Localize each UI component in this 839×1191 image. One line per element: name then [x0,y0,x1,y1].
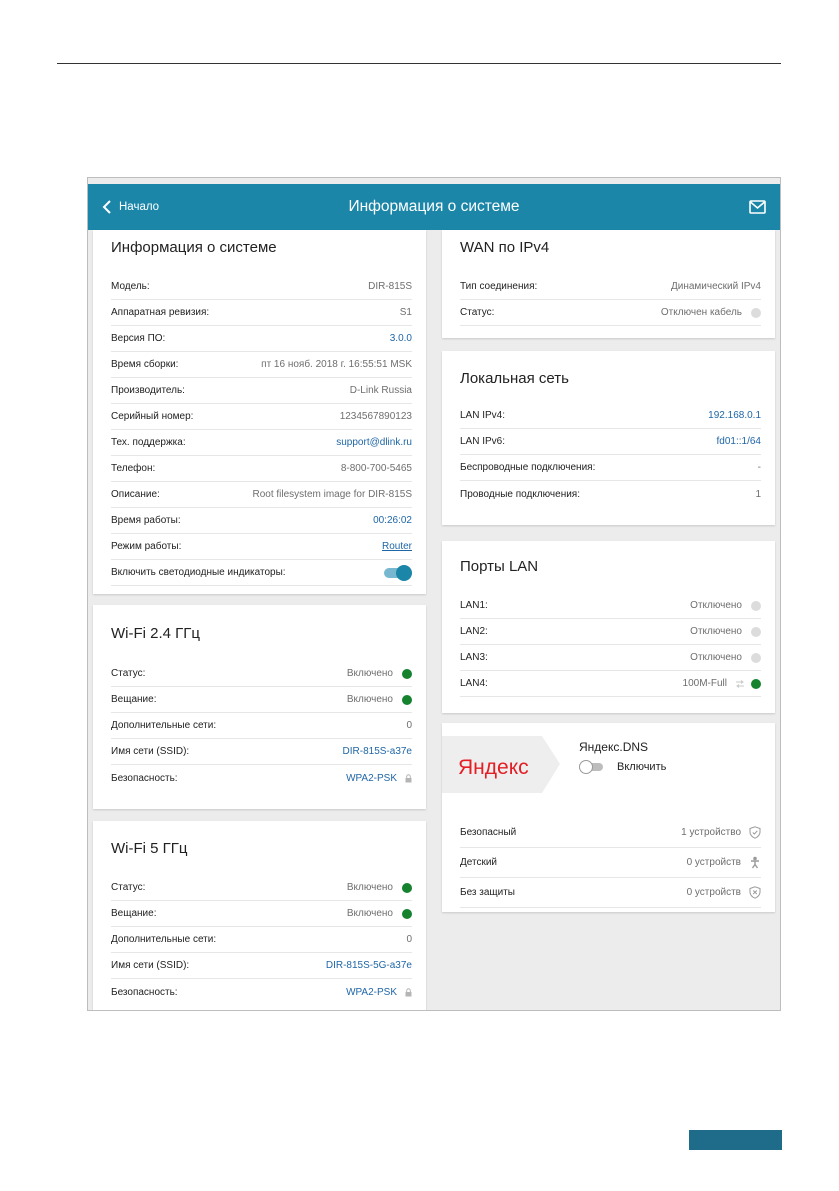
info-row: Статус: Отключен кабель [460,300,761,326]
page-title: Информация о системе [348,198,520,215]
card-title: Порты LAN [460,558,539,575]
info-row: Телефон: 8-800-700-5465 [111,456,412,482]
dns-mode-row: Детский 0 устройств [460,848,761,878]
port-row: LAN1: Отключено [460,593,761,619]
info-row: Время работы: 00:26:02 [111,508,412,534]
info-row: Тех. поддержка: support@dlink.ru [111,430,412,456]
dns-mode-row: Без защиты 0 устройств [460,878,761,908]
info-row: Режим работы: Router [111,534,412,560]
ssid-link[interactable]: DIR-815S-5G-a37e [326,960,412,971]
child-icon [751,856,759,869]
info-row: Аппаратная ревизия: S1 [111,300,412,326]
wan-card: WAN по IPv4 Тип соединения: Динамический … [442,230,775,338]
yandex-dns-title: Яндекс.DNS [579,740,649,754]
port-row: LAN3: Отключено [460,645,761,671]
shield-check-icon [749,826,761,839]
support-email-link[interactable]: support@dlink.ru [336,437,412,448]
lock-icon [405,987,412,996]
system-info-card: Информация о системе Модель: DIR-815S Апп… [93,230,426,594]
card-title: Информация о системе [111,239,277,256]
card-title: Wi-Fi 5 ГГц [111,840,188,857]
security-link[interactable]: WPA2-PSK [346,773,397,784]
info-row: Беспроводные подключения: - [460,455,761,481]
yandex-logo: Яндекс [442,736,560,793]
info-row: Имя сети (SSID): DIR-815S-5G-a37e [111,953,412,979]
card-title: WAN по IPv4 [460,239,550,256]
svg-text:Яндекс: Яндекс [458,756,529,779]
status-dot [402,694,412,705]
top-rule [57,63,781,64]
page-number-tab [689,1130,782,1150]
status-dot [751,626,761,637]
info-row: Производитель: D-Link Russia [111,378,412,404]
info-row: LAN IPv4: 192.168.0.1 [460,403,761,429]
info-row: Серийный номер: 1234567890123 [111,404,412,430]
info-row: Проводные подключения: 1 [460,488,761,500]
ssid-link[interactable]: DIR-815S-a37e [343,746,412,757]
info-row: Дополнительные сети: 0 [111,713,412,739]
info-row: Вещание: Включено [111,687,412,713]
yandex-dns-toggle-row: Включить [579,760,666,774]
port-row: LAN4: 100M-Full [460,671,761,697]
led-toggle[interactable] [384,564,412,581]
status-dot [402,908,412,919]
shield-x-icon [749,886,761,899]
info-row: Безопасность: WPA2-PSK [111,979,412,1005]
security-link[interactable]: WPA2-PSK [346,987,397,998]
status-dot [751,600,761,611]
mail-icon[interactable] [749,199,766,215]
mode-link[interactable]: Router [382,541,412,552]
status-dot [751,652,761,663]
info-row: Дополнительные сети: 0 [111,927,412,953]
firmware-version-link[interactable]: 3.0.0 [390,333,412,344]
yandex-dns-toggle[interactable] [579,760,605,774]
info-row: Вещание: Включено [111,901,412,927]
yandex-dns-card: Яндекс Яндекс.DNS Включить Безопасный 1 у… [442,723,775,912]
info-row: Тип соединения: Динамический IPv4 [460,274,761,300]
status-dot [751,307,761,318]
card-title: Wi-Fi 2.4 ГГц [111,625,201,642]
port-row: LAN2: Отключено [460,619,761,645]
lock-icon [405,773,412,782]
wifi-5-card: Wi-Fi 5 ГГц Статус: Включено Вещание: Вклю… [93,821,426,1010]
header-bar: Начало Информация о системе [88,184,780,230]
status-dot [751,678,761,689]
yandex-dns-toggle-label: Включить [617,761,667,773]
dns-mode-row: Безопасный 1 устройство [460,818,761,848]
duplex-icon [736,679,744,688]
status-dot [402,882,412,893]
lan-card: Локальная сеть LAN IPv4: 192.168.0.1 LAN … [442,351,775,525]
info-row: Имя сети (SSID): DIR-815S-a37e [111,739,412,765]
card-title: Локальная сеть [460,370,569,387]
info-row: Безопасность: WPA2-PSK [111,765,412,791]
info-row: Статус: Включено [111,661,412,687]
wifi-24-card: Wi-Fi 2.4 ГГц Статус: Включено Вещание: Вк… [93,605,426,809]
info-row: Время сборки: пт 16 нояб. 2018 г. 16:55:5… [111,352,412,378]
status-dot [402,668,412,679]
router-web-ui: Начало Информация о системе Информация о… [87,177,781,1011]
lan-ports-card: Порты LAN LAN1: Отключено LAN2: Отключено … [442,541,775,713]
info-row: Версия ПО: 3.0.0 [111,326,412,352]
info-row: Включить светодиодные индикаторы: [111,560,412,586]
info-row: LAN IPv6: fd01::1/64 [460,429,761,455]
info-row: Статус: Включено [111,875,412,901]
info-row: Модель: DIR-815S [111,274,412,300]
info-row: Описание: Root filesystem image for DIR-8… [111,482,412,508]
